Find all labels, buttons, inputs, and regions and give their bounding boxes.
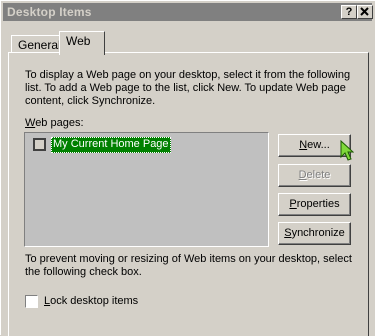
arrow-cursor-icon (340, 140, 354, 161)
close-icon (360, 7, 369, 16)
help-button[interactable]: ? (341, 5, 357, 19)
window-title: Desktop Items (7, 5, 92, 19)
tab-panel-web (8, 52, 369, 336)
tab-web[interactable]: Web (59, 31, 105, 55)
title-bar[interactable]: Desktop Items ? (3, 3, 373, 21)
tab-general[interactable]: General (11, 35, 61, 53)
dialog-window: Desktop Items ? General Web To display a… (0, 0, 375, 336)
close-button[interactable] (357, 5, 373, 19)
